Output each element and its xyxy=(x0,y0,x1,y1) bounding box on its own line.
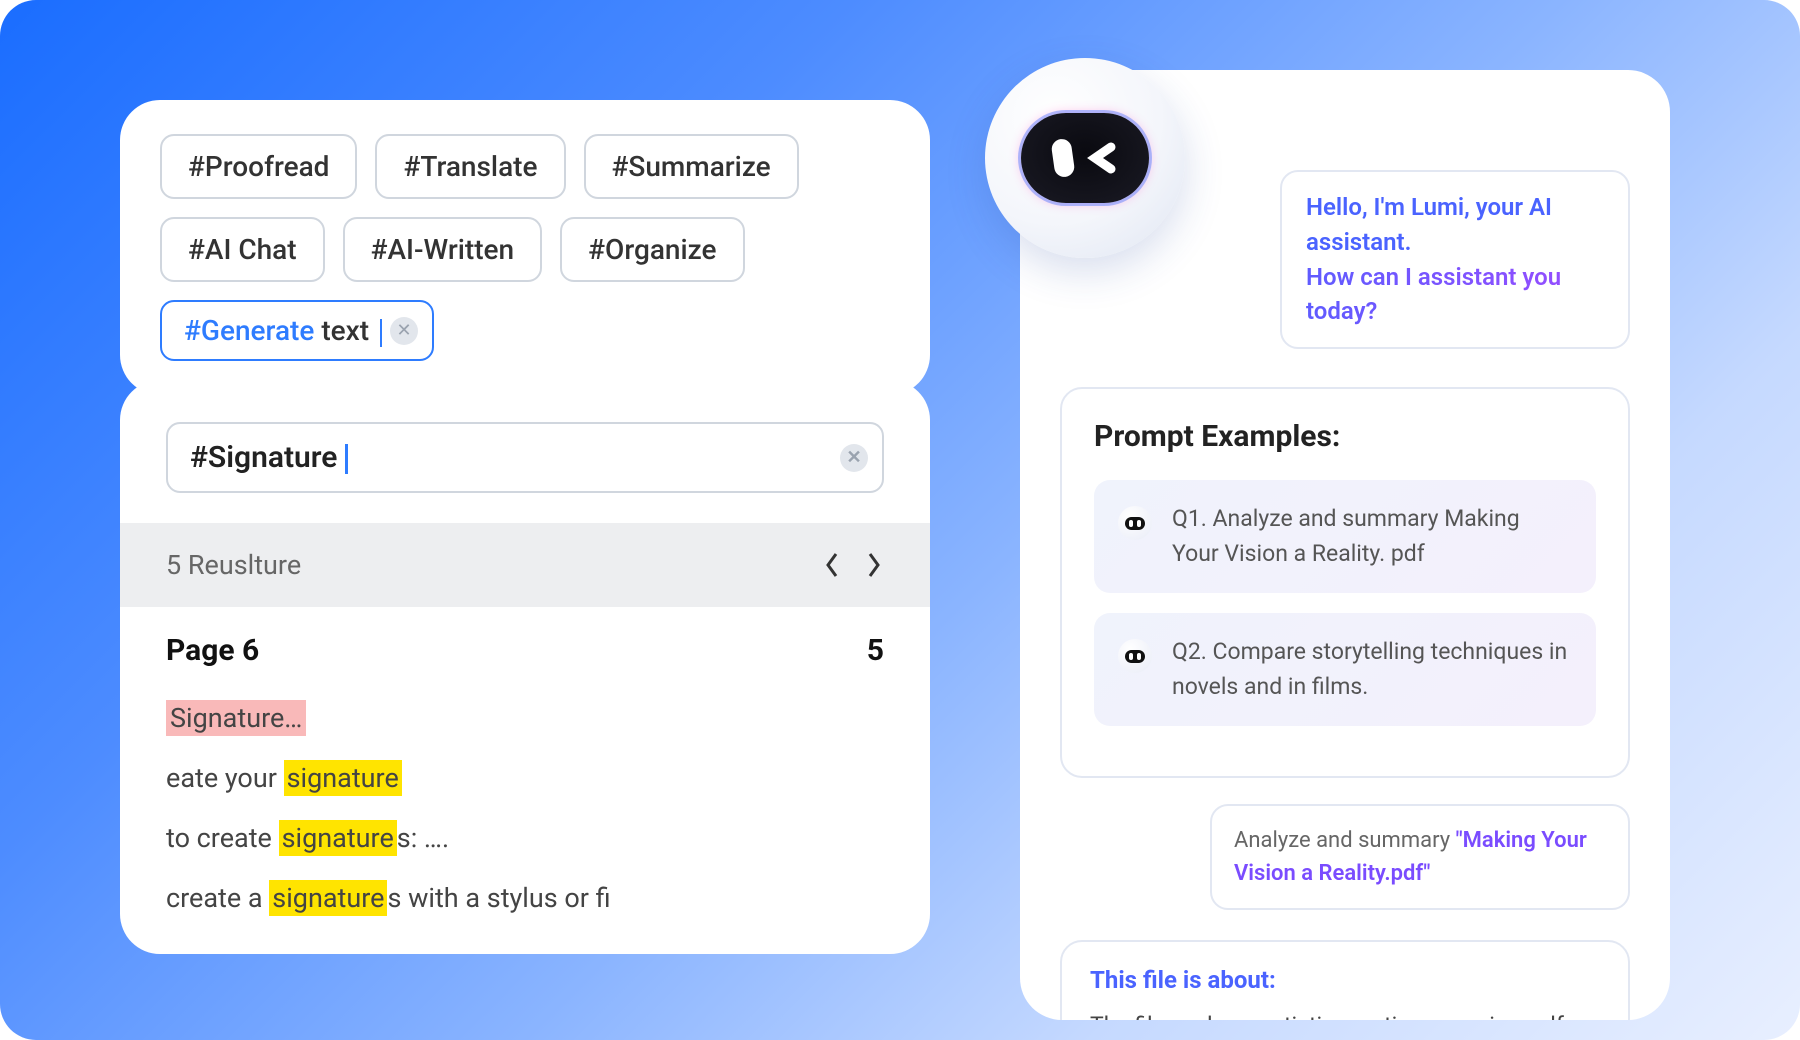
example-text: Q2. Compare storytelling techniques in n… xyxy=(1172,635,1572,704)
text-caret xyxy=(345,444,348,474)
page-header-row: Page 6 5 xyxy=(120,607,930,694)
assistant-response-box: This file is about: The file explores ar… xyxy=(1060,940,1630,1020)
tag-translate[interactable]: #Translate xyxy=(375,134,565,199)
search-results-card: #Signature ✕ 5 Reuslture Page 6 5 Signat… xyxy=(120,380,930,954)
prompt-examples-box: Prompt Examples: Q1. Analyze and summary… xyxy=(1060,387,1630,778)
snippet-line[interactable]: create a signatures with a stylus or fi xyxy=(166,882,884,914)
assistant-greeting: Hello, I'm Lumi, your AI assistant. How … xyxy=(1280,170,1630,349)
example-text: Q1. Analyze and summary Making Your Visi… xyxy=(1172,502,1572,571)
assistant-mini-avatar-icon xyxy=(1118,506,1152,540)
examples-title: Prompt Examples: xyxy=(1094,419,1596,454)
snippet-line[interactable]: eate your signature xyxy=(166,762,884,794)
match-highlight-active: Signature… xyxy=(166,700,306,736)
text-caret xyxy=(380,319,382,347)
snippet-line[interactable]: to create signatures: …. xyxy=(166,822,884,854)
search-input[interactable]: #Signature ✕ xyxy=(166,422,884,493)
match-highlight: signature xyxy=(284,760,402,796)
example-prompt-2[interactable]: Q2. Compare storytelling techniques in n… xyxy=(1094,613,1596,726)
tag-summarize[interactable]: #Summarize xyxy=(584,134,799,199)
snippet-line[interactable]: Signature… xyxy=(166,702,884,734)
tag-generate-input[interactable]: #Generate text ✕ xyxy=(160,300,434,361)
tag-ai-written[interactable]: #AI-Written xyxy=(343,217,543,282)
page-match-count: 5 xyxy=(867,633,884,668)
response-title: This file is about: xyxy=(1090,966,1600,994)
page-label: Page 6 xyxy=(166,633,259,668)
tag-proofread[interactable]: #Proofread xyxy=(160,134,357,199)
match-highlight: signature xyxy=(269,880,387,916)
results-summary-bar: 5 Reuslture xyxy=(120,523,930,607)
tag-active-prefix: #Generate xyxy=(184,314,314,347)
ai-tags-card: #Proofread #Translate #Summarize #AI Cha… xyxy=(120,100,930,395)
tag-organize[interactable]: #Organize xyxy=(560,217,744,282)
greeting-line-2: How can I assistant you today? xyxy=(1306,260,1604,330)
results-nav xyxy=(822,555,884,575)
user-message-bubble: Analyze and summary "Making Your Vision … xyxy=(1210,804,1630,910)
example-prompt-1[interactable]: Q1. Analyze and summary Making Your Visi… xyxy=(1094,480,1596,593)
prev-result-button[interactable] xyxy=(822,555,842,575)
search-query-text: #Signature xyxy=(190,440,337,475)
response-body: The file explores artistic creation, cov… xyxy=(1090,1008,1600,1020)
tag-ai-chat[interactable]: #AI Chat xyxy=(160,217,325,282)
greeting-line-1: Hello, I'm Lumi, your AI assistant. xyxy=(1306,190,1604,260)
tag-active-suffix: text xyxy=(314,314,376,347)
next-result-button[interactable] xyxy=(864,555,884,575)
user-message-plain: Analyze and summary xyxy=(1234,828,1456,853)
clear-tag-button[interactable]: ✕ xyxy=(390,317,418,345)
match-highlight: signature xyxy=(279,820,397,856)
assistant-mini-avatar-icon xyxy=(1118,639,1152,673)
clear-search-button[interactable]: ✕ xyxy=(840,444,868,472)
results-count-label: 5 Reuslture xyxy=(166,549,301,581)
assistant-avatar-icon xyxy=(985,58,1185,258)
search-snippets: Signature… eate your signature to create… xyxy=(120,694,930,954)
